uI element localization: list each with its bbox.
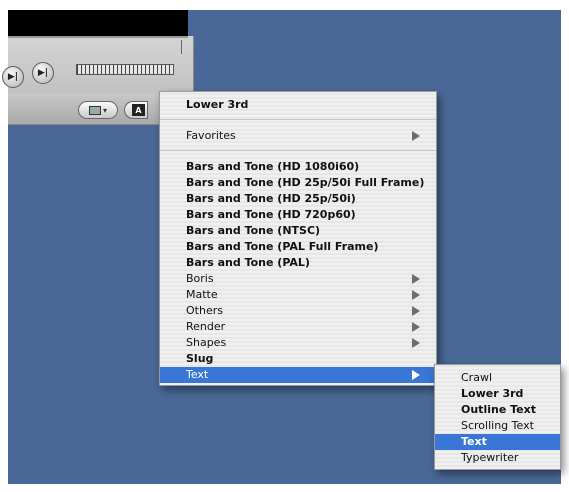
submenu-arrow-icon [412, 370, 420, 380]
menu-item-others[interactable]: Others [160, 303, 436, 319]
menu-item-bars-tone-ntsc[interactable]: Bars and Tone (NTSC) [160, 223, 436, 239]
menu-item-label: Slug [186, 352, 214, 365]
chevron-down-icon: ▾ [102, 105, 107, 115]
play-in-out-icon: ▶| [7, 72, 19, 82]
menu-item-matte[interactable]: Matte [160, 287, 436, 303]
submenu-arrow-icon [412, 131, 420, 141]
menu-item-label: Shapes [186, 336, 227, 349]
submenu-arrow-icon [412, 306, 420, 316]
menu-item-label: Bars and Tone (NTSC) [186, 224, 321, 237]
generator-menu: Lower 3rd Favorites Bars and Tone (HD 10… [159, 91, 437, 386]
menu-item-bars-tone-pal-full[interactable]: Bars and Tone (PAL Full Frame) [160, 239, 436, 255]
menu-item-label: Typewriter [461, 451, 519, 464]
menu-separator [160, 119, 436, 120]
text-generator-icon: A [132, 104, 145, 116]
submenu-arrow-icon [412, 322, 420, 332]
menu-item-label: Matte [186, 288, 218, 301]
menu-item-text[interactable]: Text [160, 367, 436, 383]
menu-item-bars-tone-hd-1080i60[interactable]: Bars and Tone (HD 1080i60) [160, 159, 436, 175]
playhead-marker[interactable] [181, 40, 182, 54]
menu-item-label: Boris [186, 272, 214, 285]
generator-popup-button[interactable]: A [124, 101, 148, 119]
menu-item-favorites[interactable]: Favorites [160, 128, 436, 144]
submenu-arrow-icon [412, 290, 420, 300]
jog-shuttle-control[interactable] [76, 64, 174, 75]
menu-item-bars-tone-hd-25p-50i-full[interactable]: Bars and Tone (HD 25p/50i Full Frame) [160, 175, 436, 191]
submenu-item-typewriter[interactable]: Typewriter [435, 450, 560, 466]
menu-item-shapes[interactable]: Shapes [160, 335, 436, 351]
next-edit-button[interactable]: ▶| [32, 62, 54, 84]
menu-item-boris[interactable]: Boris [160, 271, 436, 287]
screen-dropdown-icon [88, 105, 101, 115]
menu-item-label: Bars and Tone (HD 720p60) [186, 208, 356, 221]
submenu-item-outline-text[interactable]: Outline Text [435, 402, 560, 418]
submenu-arrow-icon [412, 338, 420, 348]
menu-item-label: Favorites [186, 129, 236, 142]
menu-item-label: Text [186, 368, 209, 381]
menu-separator [160, 150, 436, 151]
scrubber-bar[interactable] [8, 36, 188, 38]
menu-item-label: Scrolling Text [461, 419, 534, 432]
submenu-item-scrolling-text[interactable]: Scrolling Text [435, 418, 560, 434]
menu-item-bars-tone-pal[interactable]: Bars and Tone (PAL) [160, 255, 436, 271]
menu-item-label: Lower 3rd [186, 98, 249, 111]
submenu-item-text[interactable]: Text [435, 434, 560, 450]
menu-item-render[interactable]: Render [160, 319, 436, 335]
menu-item-slug[interactable]: Slug [160, 351, 436, 367]
menu-item-label: Bars and Tone (HD 1080i60) [186, 160, 360, 173]
submenu-item-crawl[interactable]: Crawl [435, 370, 560, 386]
menu-item-label: Render [186, 320, 226, 333]
menu-item-label: Bars and Tone (PAL) [186, 256, 310, 269]
view-options-button[interactable]: ▾ [78, 101, 118, 119]
text-submenu: Crawl Lower 3rd Outline Text Scrolling T… [434, 364, 561, 470]
menu-item-label: Text [461, 435, 487, 448]
menu-item-label: Crawl [461, 371, 492, 384]
menu-item-label: Bars and Tone (PAL Full Frame) [186, 240, 379, 253]
menu-item-bars-tone-hd-25p-50i[interactable]: Bars and Tone (HD 25p/50i) [160, 191, 436, 207]
next-edit-icon: ▶| [37, 68, 49, 78]
play-in-to-out-button[interactable]: ▶| [2, 66, 24, 88]
menu-item-label: Outline Text [461, 403, 536, 416]
menu-item-lower-3rd[interactable]: Lower 3rd [160, 97, 436, 113]
menu-item-label: Others [186, 304, 223, 317]
menu-item-label: Lower 3rd [461, 387, 524, 400]
menu-item-label: Bars and Tone (HD 25p/50i Full Frame) [186, 176, 425, 189]
submenu-item-lower-3rd[interactable]: Lower 3rd [435, 386, 560, 402]
menu-item-bars-tone-hd-720p60[interactable]: Bars and Tone (HD 720p60) [160, 207, 436, 223]
submenu-arrow-icon [412, 274, 420, 284]
menu-item-label: Bars and Tone (HD 25p/50i) [186, 192, 356, 205]
